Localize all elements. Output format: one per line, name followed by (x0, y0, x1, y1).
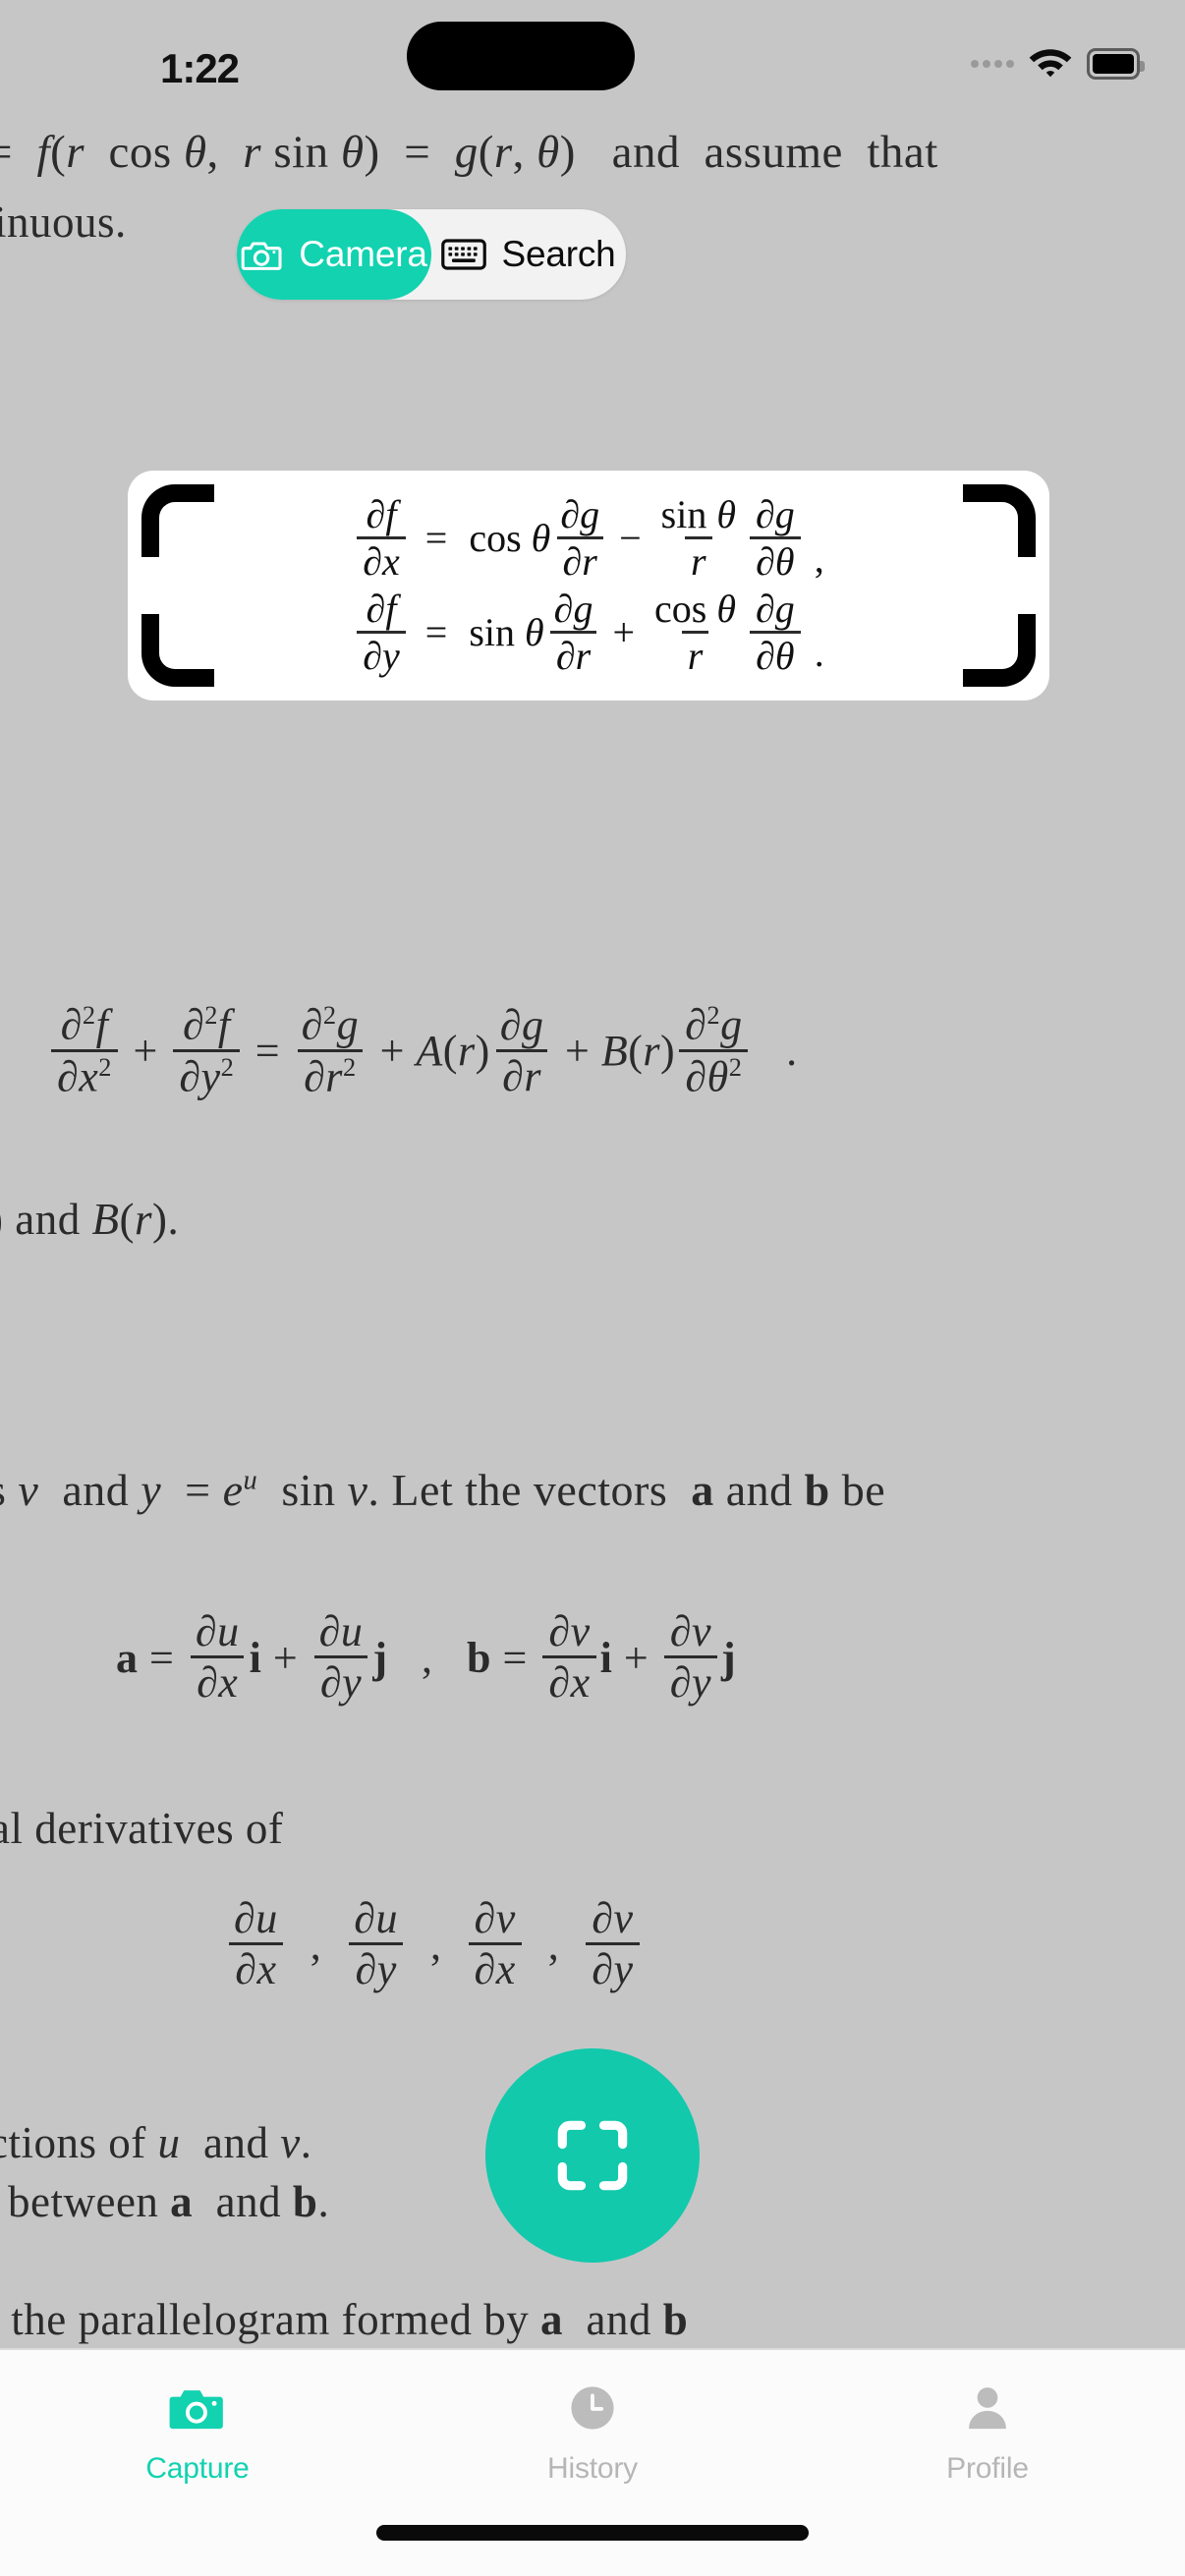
tab-history[interactable]: History (395, 2350, 790, 2517)
captured-equation-row-2: ∂f ∂y = sin θ ∂g ∂r + cos θ r ∂g ∂θ . (353, 588, 824, 677)
document-equation-vectors: a = ∂u ∂x i + ∂u ∂y j , b = ∂v ∂x i + ∂v… (116, 1607, 737, 1708)
person-icon (960, 2381, 1015, 2435)
tab-capture[interactable]: Capture (0, 2350, 395, 2517)
scan-frame-icon (547, 2110, 638, 2201)
selection-corner-bottom-left-icon (141, 614, 214, 687)
keyboard-icon (441, 238, 487, 271)
camera-icon (167, 2381, 228, 2435)
document-text-line-4: s v and y = eu sin v. Let the vectors a … (0, 1465, 886, 1515)
captured-equation-card[interactable]: ∂f ∂x = cos θ ∂g ∂r − sin θ r ∂g ∂θ , ∂f (128, 471, 1049, 700)
scan-capture-button[interactable] (485, 2048, 700, 2263)
camera-mode-label: Camera (299, 234, 427, 274)
camera-mode-button[interactable]: Camera (237, 209, 431, 300)
mode-switch: Camera Search (237, 209, 626, 300)
camera-icon (241, 237, 284, 272)
captured-equation-row-1: ∂f ∂x = cos θ ∂g ∂r − sin θ r ∂g ∂θ , (353, 494, 824, 583)
document-text-line-1: = f(r cos θ, r sin θ) = g(r, θ) and assu… (0, 127, 938, 178)
status-bar: 1:22 (0, 0, 1185, 110)
battery-full-icon (1087, 48, 1145, 80)
tab-history-label: History (547, 2452, 638, 2485)
status-indicators (971, 47, 1145, 81)
document-photo-background: = f(r cos θ, r sin θ) = g(r, θ) and assu… (0, 0, 1185, 2348)
tab-profile-label: Profile (946, 2452, 1029, 2485)
document-text-line-6: ctions of u and v. (0, 2118, 312, 2167)
document-text-line-7: between a and b. (8, 2177, 330, 2226)
dynamic-island (407, 22, 635, 90)
selection-corner-top-right-icon (963, 484, 1036, 557)
document-equation-partials-list: ∂u ∂x , ∂u ∂y , ∂v ∂x , ∂v ∂y (224, 1895, 644, 1992)
document-text-line-2: inuous. (0, 197, 127, 247)
selection-corner-top-left-icon (141, 484, 214, 557)
wifi-icon (1028, 47, 1073, 81)
tab-capture-label: Capture (145, 2452, 250, 2485)
captured-equation-content: ∂f ∂x = cos θ ∂g ∂r − sin θ r ∂g ∂θ , ∂f (128, 471, 1049, 700)
status-time: 1:22 (159, 45, 240, 91)
selection-corner-bottom-right-icon (963, 614, 1036, 687)
document-equation-laplacian: ∂2f ∂x2 + ∂2f ∂y2 = ∂2g ∂r2 + A(r) ∂g ∂r… (47, 1001, 798, 1100)
search-mode-label: Search (501, 234, 616, 274)
bottom-tab-bar: Capture History Profile (0, 2348, 1185, 2576)
document-text-line-3: ) and B(r). (0, 1195, 180, 1244)
tab-profile[interactable]: Profile (790, 2350, 1185, 2517)
signal-dots-icon (971, 60, 1014, 68)
clock-icon (564, 2381, 621, 2435)
search-mode-button[interactable]: Search (431, 209, 626, 300)
document-text-line-5: al derivatives of (0, 1804, 284, 1853)
document-text-line-8: f the parallelogram formed by a and b (0, 2295, 689, 2344)
home-indicator[interactable] (376, 2525, 809, 2541)
